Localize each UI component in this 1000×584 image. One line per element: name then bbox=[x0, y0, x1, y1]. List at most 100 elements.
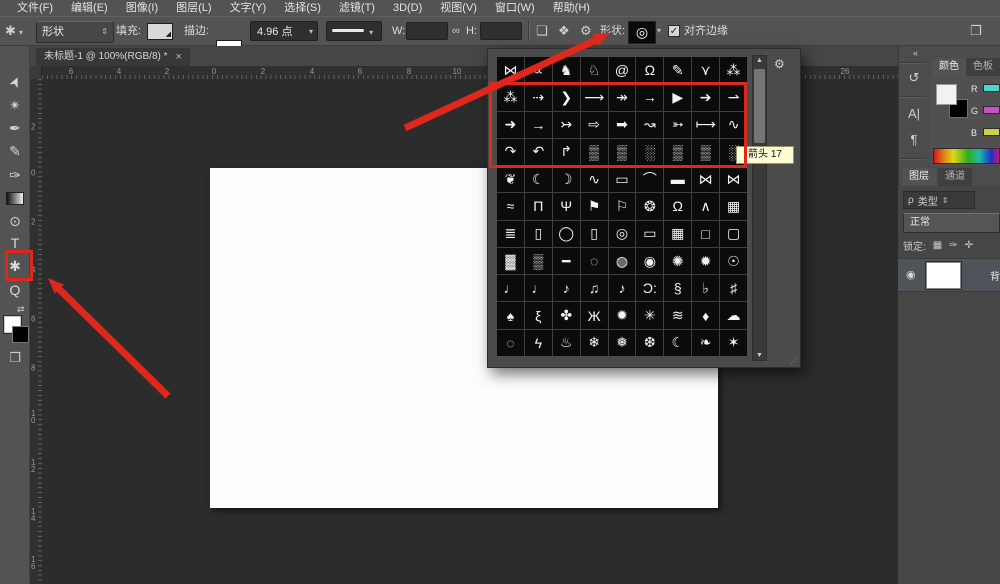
height-input[interactable] bbox=[480, 22, 522, 40]
shape-notes-beamed[interactable]: ♫ bbox=[581, 275, 608, 301]
menu-item-1[interactable]: 编辑(E) bbox=[62, 0, 117, 16]
shape-wavy-flag[interactable]: ⚐ bbox=[609, 193, 636, 219]
menu-item-6[interactable]: 滤镜(T) bbox=[330, 0, 384, 16]
shape-note-2[interactable]: ♩ bbox=[525, 275, 552, 301]
layer-row[interactable]: ◉ 背景 bbox=[898, 258, 1000, 292]
stroke-style-picker[interactable]: ▾ bbox=[326, 21, 382, 41]
shape-ribbon-wave[interactable]: ≈ bbox=[497, 193, 524, 219]
shape-awareness-ribbon[interactable]: ∧ bbox=[692, 193, 719, 219]
shape-fern[interactable]: ξ bbox=[525, 302, 552, 328]
shape-maple-leaf[interactable]: ✶ bbox=[720, 330, 747, 356]
fill-swatch[interactable]: ◢ bbox=[147, 23, 173, 40]
shape-splatter[interactable]: ✺ bbox=[664, 248, 691, 274]
shape-waves[interactable]: ≋ bbox=[664, 302, 691, 328]
stroke-width-field[interactable]: 4.96 点 ▾ bbox=[250, 21, 318, 41]
shape-raindrop[interactable]: ♦ bbox=[692, 302, 719, 328]
shape-clover[interactable]: ✤ bbox=[553, 302, 580, 328]
tool-mode-select[interactable]: 形状⇕ bbox=[36, 21, 114, 43]
shape-note-1[interactable]: ♩ bbox=[497, 275, 524, 301]
menu-item-3[interactable]: 图层(L) bbox=[167, 0, 220, 16]
shape-fish[interactable]: ∝ bbox=[525, 57, 552, 83]
shape-snowflake-1[interactable]: ❄ bbox=[581, 330, 608, 356]
shape-flat[interactable]: ♭ bbox=[692, 275, 719, 301]
shape-treble-clef[interactable]: § bbox=[664, 275, 691, 301]
shape-crescent-2[interactable]: ☽ bbox=[553, 166, 580, 192]
shape-sparkle[interactable]: ✳ bbox=[636, 302, 663, 328]
shape-rabbit[interactable]: Ω bbox=[636, 57, 663, 83]
document-tab[interactable]: 未标题-1 @ 100%(RGB/8) * × bbox=[36, 48, 190, 66]
gradient-tool[interactable] bbox=[0, 187, 30, 209]
shape-note-4[interactable]: ♪ bbox=[609, 275, 636, 301]
shape-trophy[interactable]: Ψ bbox=[553, 193, 580, 219]
shape-pine-tree[interactable]: ♠ bbox=[497, 302, 524, 328]
color-spectrum-ramp[interactable] bbox=[933, 148, 1000, 164]
menu-item-9[interactable]: 窗口(W) bbox=[486, 0, 544, 16]
brush-tool[interactable]: ✎ bbox=[0, 140, 30, 162]
eyedropper-tool[interactable]: ✒ bbox=[0, 117, 30, 139]
shape-bowtie[interactable]: ⋈ bbox=[720, 166, 747, 192]
tab-layers[interactable]: 图层 bbox=[902, 168, 936, 186]
chevron-down-icon[interactable]: ▾ bbox=[657, 21, 661, 41]
shape-bird[interactable]: ⋎ bbox=[692, 57, 719, 83]
collapse-panels-icon[interactable]: « bbox=[913, 48, 917, 58]
layer-thumbnail[interactable] bbox=[926, 262, 961, 289]
tab-color[interactable]: 颜色 bbox=[932, 58, 966, 76]
link-dimensions-icon[interactable]: ∞ bbox=[452, 21, 460, 41]
paragraph-panel-icon[interactable]: ¶ bbox=[899, 132, 929, 147]
shape-frame-oval-1[interactable]: ◯ bbox=[553, 221, 580, 247]
shape-butterfly[interactable]: Ж bbox=[581, 302, 608, 328]
resize-grip-icon[interactable]: ⋰ bbox=[790, 357, 798, 366]
path-operations-icon[interactable]: ❏ bbox=[536, 21, 548, 41]
shape-frame-square-1[interactable]: □ bbox=[692, 221, 719, 247]
tab-channels[interactable]: 通道 bbox=[938, 168, 972, 186]
shape-film-frame[interactable]: ▦ bbox=[720, 193, 747, 219]
width-input[interactable] bbox=[406, 22, 448, 40]
tool-preset-picker[interactable]: ✱ ▾ bbox=[5, 21, 23, 41]
shape-snowflake-3[interactable]: ❆ bbox=[636, 330, 663, 356]
shape-texture-1[interactable]: ▓ bbox=[497, 248, 524, 274]
lock-icon-2[interactable]: ✛ bbox=[965, 240, 973, 251]
shape-ribbon-loop[interactable]: Ω bbox=[664, 193, 691, 219]
shape-stamp-frame[interactable]: ▦ bbox=[664, 221, 691, 247]
shape-frame-oval-2[interactable]: ◎ bbox=[609, 221, 636, 247]
shape-grunge-circle-1[interactable]: ◌ bbox=[581, 248, 608, 274]
panel-toggle-icon[interactable]: ❐ bbox=[970, 21, 982, 41]
shape-eye[interactable]: ☉ bbox=[720, 248, 747, 274]
shape-bass-clef[interactable]: Ɔ: bbox=[636, 275, 663, 301]
shape-wave[interactable]: ∿ bbox=[581, 166, 608, 192]
menu-item-0[interactable]: 文件(F) bbox=[8, 0, 62, 16]
shape-carrot[interactable]: ✎ bbox=[664, 57, 691, 83]
shape-banner-2[interactable]: ⌒ bbox=[636, 166, 663, 192]
shape-crescent-1[interactable]: ☾ bbox=[525, 166, 552, 192]
menu-item-7[interactable]: 3D(D) bbox=[384, 0, 431, 16]
dodge-tool[interactable]: ⊙ bbox=[0, 210, 30, 232]
gear-icon[interactable]: ⚙ bbox=[774, 57, 785, 71]
shape-moon[interactable]: ☾ bbox=[664, 330, 691, 356]
menu-item-4[interactable]: 文字(Y) bbox=[221, 0, 276, 16]
screen-mode-icon[interactable]: ❐ bbox=[0, 350, 30, 366]
shape-bar[interactable]: ━ bbox=[553, 248, 580, 274]
shape-frame-rect-2[interactable]: ▯ bbox=[581, 221, 608, 247]
shape-cloud-outline[interactable]: ◌ bbox=[497, 330, 524, 356]
scrollbar[interactable]: ▲ ▼ bbox=[752, 55, 767, 361]
shape-flag[interactable]: ⚑ bbox=[581, 193, 608, 219]
shape-frame-square-2[interactable]: ▢ bbox=[720, 221, 747, 247]
shape-lightning[interactable]: ϟ bbox=[525, 330, 552, 356]
shape-dog[interactable]: ♘ bbox=[581, 57, 608, 83]
history-panel-icon[interactable]: ↺ bbox=[899, 70, 929, 86]
shape-frame-rect-1[interactable]: ▯ bbox=[525, 221, 552, 247]
channel-slider-G[interactable] bbox=[983, 106, 1000, 114]
character-panel-icon[interactable]: A| bbox=[899, 106, 929, 121]
shape-cat[interactable]: ♞ bbox=[553, 57, 580, 83]
close-icon[interactable]: × bbox=[176, 48, 182, 66]
eye-icon[interactable]: ◉ bbox=[906, 268, 916, 281]
swap-colors-icon[interactable]: ⇄ bbox=[17, 304, 25, 315]
blend-mode-select[interactable]: 正常 bbox=[903, 213, 1000, 233]
channel-slider-B[interactable] bbox=[983, 128, 1000, 136]
shape-snowflake-2[interactable]: ❅ bbox=[609, 330, 636, 356]
shape-cloud[interactable]: ☁ bbox=[720, 302, 747, 328]
shape-banner-1[interactable]: ▭ bbox=[609, 166, 636, 192]
shape-sun[interactable]: ✹ bbox=[609, 302, 636, 328]
shape-seal[interactable]: ❂ bbox=[636, 193, 663, 219]
shape-divider[interactable]: ≣ bbox=[497, 221, 524, 247]
